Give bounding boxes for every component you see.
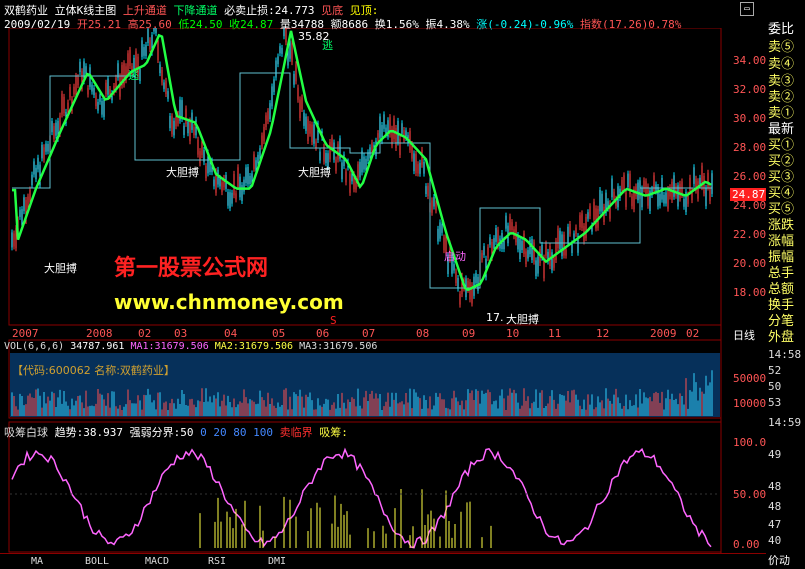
price-tick: 30.00 — [733, 112, 767, 125]
sidebar-num: 48 — [768, 500, 782, 513]
time-axis: 2007 2008 02 03 04 05 06 07 08 09 10 11 … — [0, 327, 766, 342]
time-tick: 06 — [316, 327, 330, 340]
watermark-title: 第一股票公式网 — [114, 256, 269, 281]
indicator-lines — [11, 447, 712, 549]
indicator-tick: 0.00 — [733, 538, 760, 551]
time-tick: 03 — [174, 327, 188, 340]
time-tick: 2009 — [650, 327, 677, 340]
signal-mark: S — [330, 314, 337, 327]
restore-window-button[interactable]: ▭ — [740, 2, 754, 16]
tab-rsi[interactable]: RSI — [192, 556, 242, 567]
time-tick: 02 — [138, 327, 152, 340]
time-tick: 08 — [416, 327, 430, 340]
tab-macd[interactable]: MACD — [132, 556, 182, 567]
volume-value: 34787.961 — [70, 341, 125, 352]
indicator-strong-weak: 强弱分界:50 — [129, 426, 194, 439]
price-tick: 18.00 — [733, 286, 767, 299]
indicator-panel-frame — [8, 421, 722, 553]
tab-dmi[interactable]: DMI — [252, 556, 302, 567]
volume-tick: 50000 — [733, 372, 767, 385]
tab-ma[interactable]: MA — [12, 556, 62, 567]
high-annotation: 35.82 — [298, 30, 330, 43]
low-annotation: 17. — [486, 311, 504, 324]
time-tick: 2007 — [12, 327, 39, 340]
time-tick: 05 — [272, 327, 286, 340]
watermark-url: www.chnmoney.com — [114, 290, 344, 314]
time-tick: 04 — [224, 327, 238, 340]
bold-buy-annotation: 大胆搏 — [44, 262, 77, 275]
price-tick: 20.00 — [733, 257, 767, 270]
time-tick: 09 — [462, 327, 476, 340]
time-tick: 11 — [548, 327, 562, 340]
indicator-name: 吸筹白球 — [4, 426, 48, 439]
indicator-trend: 趋势:38.937 — [54, 426, 123, 439]
start-annotation: 启动 — [444, 250, 466, 263]
escape-annotation: 逃 — [128, 69, 139, 82]
stock-code-label: 【代码:600062 名称:双鹤药业】 — [12, 364, 175, 377]
time-tick: 10 — [506, 327, 520, 340]
bold-buy-annotation: 大胆搏 — [298, 166, 331, 179]
volume-ma2: MA2:31679.506 — [214, 341, 294, 352]
price-tick: 22.00 — [733, 228, 767, 241]
quote-sidebar: 委比 卖⑤ 卖④ 卖③ 卖② 卖① 最新 买① 买② 买③ 买④ 买⑤ 涨跌 涨… — [766, 0, 805, 568]
tab-boll[interactable]: BOLL — [72, 556, 122, 567]
current-price-tag: 24.87 — [730, 188, 768, 201]
indicator-tick: 50.00 — [733, 488, 767, 501]
sidebar-num: 40 — [768, 534, 782, 547]
volume-tick: 10000 — [733, 397, 767, 410]
sidebar-num: 49 — [768, 448, 782, 461]
indicator-tabs: MA BOLL MACD RSI DMI — [0, 553, 766, 569]
sidebar-num: 52 — [768, 364, 782, 377]
volume-ma1: MA1:31679.506 — [130, 341, 209, 352]
indicator-header: 吸筹白球 趋势:38.937 强弱分界:50 0 20 80 100 卖临界 吸… — [4, 424, 348, 440]
sidebar-num: 48 — [768, 480, 782, 493]
sidebar-num: 47 — [768, 518, 782, 531]
time-tick: 2008 — [86, 327, 113, 340]
volume-header: VOL(6,6,6) 34787.961 MA1:31679.506 MA2:3… — [4, 341, 377, 352]
sidebar-time: 14:58 — [768, 348, 802, 361]
sidebar-item[interactable]: 委比 — [768, 18, 805, 37]
bold-buy-annotation: 大胆搏 — [166, 166, 199, 179]
time-tick: 07 — [362, 327, 376, 340]
price-tick: 28.00 — [733, 141, 767, 154]
sidebar-bottom: 价动 — [768, 554, 790, 567]
indicator-levels: 0 20 80 100 — [200, 426, 273, 439]
sidebar-time: 14:59 — [768, 416, 802, 429]
price-tick: 32.00 — [733, 83, 767, 96]
price-tick: 34.00 — [733, 54, 767, 67]
period-label[interactable]: 日线 — [733, 327, 755, 343]
time-tick: 12 — [596, 327, 610, 340]
volume-ma3: MA3:31679.506 — [299, 341, 378, 352]
indicator-absorb: 吸筹: — [319, 426, 348, 439]
volume-label: VOL(6,6,6) — [4, 341, 65, 352]
sidebar-num: 53 — [768, 396, 782, 409]
sidebar-num: 50 — [768, 380, 782, 393]
indicator-critical: 卖临界 — [279, 426, 313, 439]
bold-buy-annotation: 大胆搏 — [506, 313, 539, 326]
sidebar-item[interactable]: 外盘 — [768, 326, 805, 345]
price-tick: 26.00 — [733, 170, 767, 183]
time-tick: 02 — [686, 327, 700, 340]
